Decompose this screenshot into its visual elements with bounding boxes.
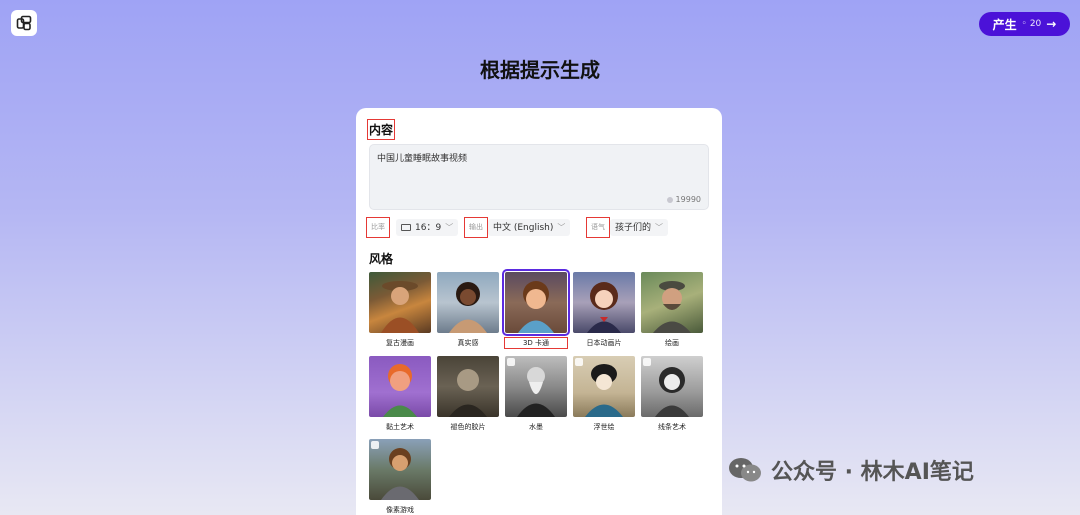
style-thumb — [369, 272, 431, 333]
watermark: 公众号 · 林木AI笔记 — [727, 455, 974, 485]
style-thumb — [437, 356, 499, 417]
style-tile-realistic[interactable]: 真实感 — [437, 272, 499, 348]
prompt-input[interactable]: 中国儿童睡眠故事视频 19990 — [369, 144, 709, 210]
output-tag: 输出 — [464, 217, 488, 238]
style-label-text: 黏土艺术 — [386, 423, 414, 431]
prompt-card: 内容 中国儿童睡眠故事视频 19990 比率 16：9 ﹀ 输出 中文 (Engl… — [356, 108, 722, 515]
tone-select[interactable]: 孩子们的 ﹀ — [610, 219, 669, 236]
content-label: 内容 — [366, 119, 396, 140]
style-tile-painting[interactable]: 绘画 — [641, 272, 703, 348]
logo-icon — [16, 15, 32, 31]
old-man-portrait-icon — [449, 369, 487, 417]
ratio-select[interactable]: 16：9 ﹀ — [396, 219, 459, 236]
style-tile-faded-film[interactable]: 褪色的胶片 — [437, 356, 499, 432]
counter-icon — [666, 196, 673, 203]
style-tile-ukiyoe[interactable]: 浮世绘 — [573, 356, 635, 432]
produce-button[interactable]: 产生 ◦ 20 → — [979, 12, 1070, 36]
aspect-ratio-icon — [401, 224, 411, 231]
anime-girl-icon — [587, 282, 621, 333]
style-label-text: 水墨 — [529, 423, 543, 431]
style-thumb — [502, 269, 570, 336]
credit-count: ◦ 20 — [1021, 19, 1042, 29]
style-tile-line-art[interactable]: 线条艺术 — [641, 356, 703, 432]
style-label-text: 浮世绘 — [593, 423, 615, 431]
style-thumb — [369, 439, 431, 500]
style-thumb — [573, 272, 635, 333]
watermark-text: 公众号 · 林木AI笔记 — [771, 460, 974, 485]
style-thumb — [369, 356, 431, 417]
arrow-right-icon: → — [1046, 17, 1057, 31]
char-counter: 19990 — [666, 195, 701, 204]
style-tile-clay-art[interactable]: 黏土艺术 — [369, 356, 431, 432]
style-label-text: 褪色的胶片 — [450, 423, 486, 431]
woman-figure-icon — [449, 282, 487, 333]
lock-icon — [575, 358, 583, 366]
style-tile-anime[interactable]: 日本动画片 — [573, 272, 635, 348]
style-tile-3d-cartoon[interactable]: 3D 卡通 — [502, 269, 570, 349]
ratio-tag: 比率 — [366, 217, 390, 238]
style-label-text: 日本动画片 — [586, 339, 622, 347]
style-label-text: 3D 卡通 — [504, 337, 568, 349]
tone-tag: 语气 — [586, 217, 610, 238]
page-title: 根据提示生成 — [480, 58, 600, 82]
style-label-text: 真实感 — [457, 339, 479, 347]
output-select[interactable]: 中文 (English) ﹀ — [488, 219, 571, 236]
style-thumb — [505, 356, 567, 417]
chevron-down-icon: ﹀ — [557, 223, 566, 232]
ratio-value: 16：9 — [415, 223, 442, 233]
lock-icon — [507, 358, 515, 366]
style-label-text: 线条艺术 — [658, 423, 686, 431]
prompt-text: 中国儿童睡眠故事视频 — [377, 154, 468, 164]
style-thumb — [437, 272, 499, 333]
app-logo[interactable] — [11, 10, 37, 36]
style-thumb — [641, 356, 703, 417]
boy-figure-icon — [518, 281, 554, 333]
style-label-text: 绘画 — [665, 339, 679, 347]
old-man-figure-icon — [653, 281, 691, 333]
style-tile-retro-comic[interactable]: 复古漫画 — [369, 272, 431, 348]
style-label-text: 像素游戏 — [386, 506, 414, 514]
wechat-icon — [729, 458, 761, 482]
clay-figure-icon — [383, 364, 417, 417]
lock-icon — [371, 441, 379, 449]
tone-value: 孩子们的 — [615, 223, 652, 233]
style-tile-pixel-game[interactable]: 像素游戏 — [369, 439, 431, 515]
options-row: 比率 16：9 ﹀ 输出 中文 (English) ﹀ 语气 孩子们的 ﹀ — [366, 217, 716, 238]
style-thumb — [573, 356, 635, 417]
lock-icon — [643, 358, 651, 366]
style-label-text: 复古漫画 — [386, 339, 414, 347]
cowboy-figure-icon — [381, 281, 419, 333]
char-count: 19990 — [675, 195, 701, 204]
style-label: 风格 — [369, 252, 394, 266]
chevron-down-icon: ﹀ — [655, 223, 664, 232]
chevron-down-icon: ﹀ — [445, 223, 454, 232]
style-tile-ink-wash[interactable]: 水墨 — [505, 356, 567, 432]
produce-label: 产生 — [992, 17, 1017, 32]
output-value: 中文 (English) — [493, 223, 554, 233]
style-thumb — [641, 272, 703, 333]
